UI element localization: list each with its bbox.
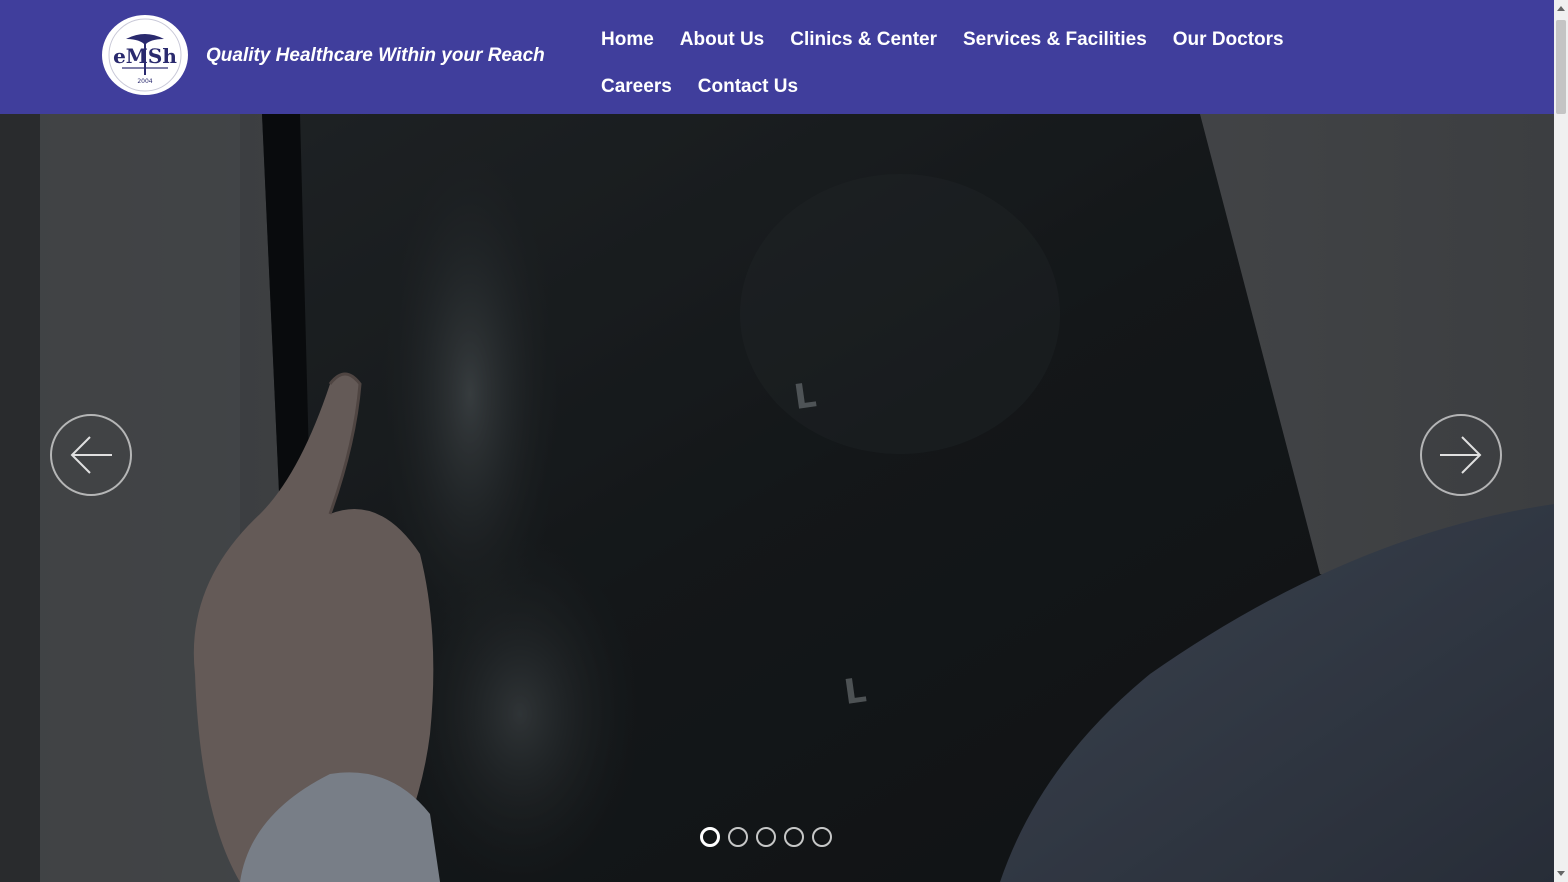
site-header: eMSh 2004 Quality Healthcare Within your… xyxy=(0,0,1554,114)
nav-contact-us[interactable]: Contact Us xyxy=(685,63,811,110)
nav-careers[interactable]: Careers xyxy=(588,63,685,110)
nav-about-us[interactable]: About Us xyxy=(667,16,777,63)
slider-dot-4[interactable] xyxy=(784,827,804,847)
slider-dot-1[interactable] xyxy=(700,827,720,847)
scroll-thumb[interactable] xyxy=(1556,20,1566,114)
caduceus-logo-icon: eMSh 2004 xyxy=(108,18,182,92)
hero-slider: L L xyxy=(0,114,1554,882)
arrow-left-icon xyxy=(70,436,112,474)
arrow-right-icon xyxy=(1440,436,1482,474)
slider-dots xyxy=(700,827,832,847)
logo-text: eMSh xyxy=(113,44,177,68)
nav-home[interactable]: Home xyxy=(588,16,667,63)
slider-prev-button[interactable] xyxy=(50,414,132,496)
page-scrollbar[interactable] xyxy=(1554,0,1568,882)
nav-clinics-center[interactable]: Clinics & Center xyxy=(777,16,950,63)
slider-dot-2[interactable] xyxy=(728,827,748,847)
scroll-down-arrow-icon[interactable] xyxy=(1557,871,1565,876)
page: eMSh 2004 Quality Healthcare Within your… xyxy=(0,0,1568,882)
slider-next-button[interactable] xyxy=(1420,414,1502,496)
scroll-up-arrow-icon[interactable] xyxy=(1557,6,1565,11)
slider-dot-3[interactable] xyxy=(756,827,776,847)
nav-our-doctors[interactable]: Our Doctors xyxy=(1160,16,1297,63)
hero-xray-image: L L xyxy=(0,114,1554,882)
main-nav: Home About Us Clinics & Center Services … xyxy=(588,16,1388,110)
nav-services-facilities[interactable]: Services & Facilities xyxy=(950,16,1160,63)
site-logo[interactable]: eMSh 2004 xyxy=(102,15,188,95)
site-tagline: Quality Healthcare Within your Reach xyxy=(206,45,545,66)
logo-year: 2004 xyxy=(137,78,152,85)
slider-dot-5[interactable] xyxy=(812,827,832,847)
